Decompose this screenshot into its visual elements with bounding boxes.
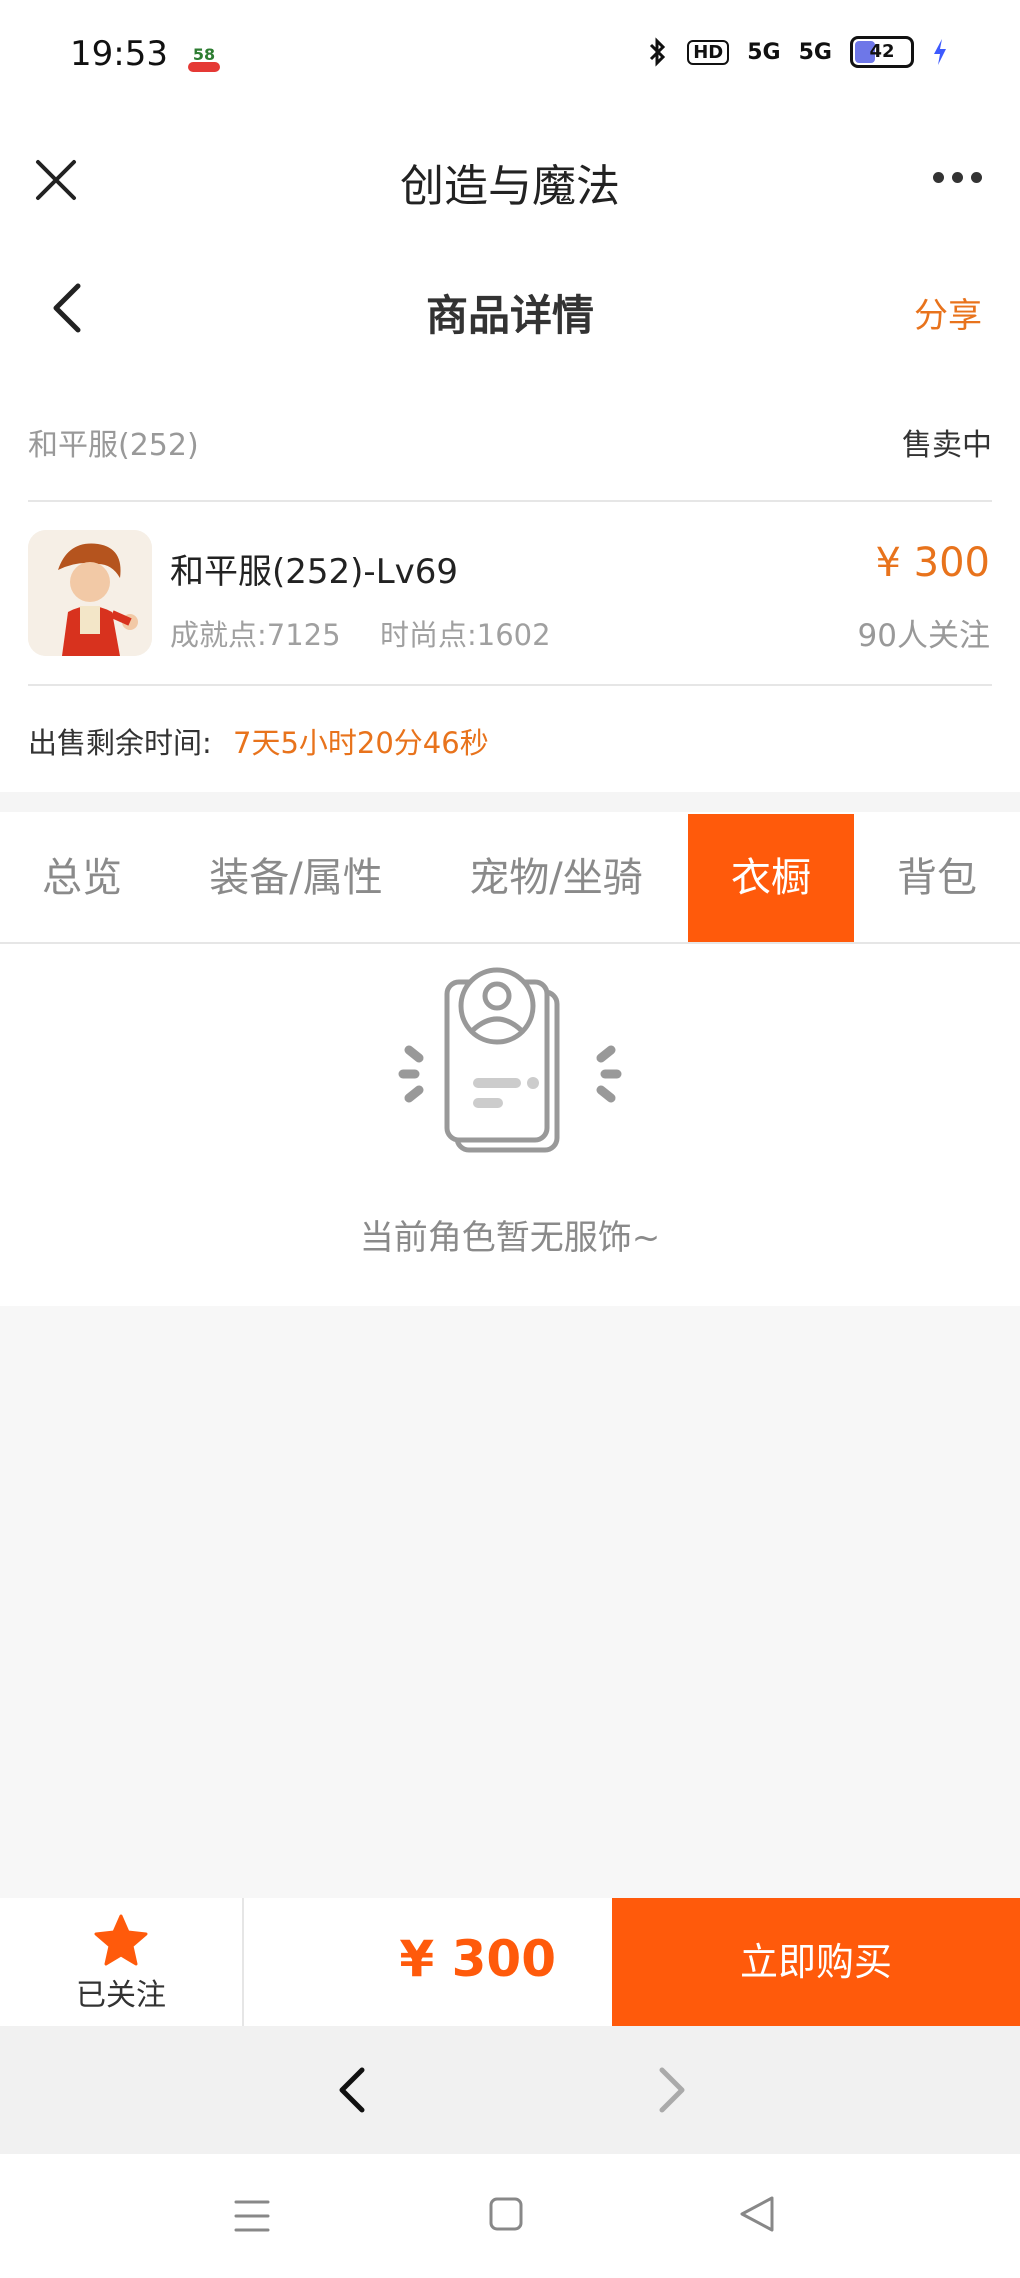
content-background [0,1306,1020,1898]
app-badge-icon: 58 [188,45,220,72]
divider [28,500,992,502]
timer-value: 7天5小时20分46秒 [233,726,489,760]
menu-icon[interactable] [232,2196,272,2236]
app-badge-text: 58 [193,45,215,64]
battery-level: 42 [869,41,895,62]
empty-wardrobe-icon [398,967,622,1153]
product-price: ¥ 300 [875,540,990,586]
back-triangle-icon[interactable] [738,2194,776,2234]
signal-5g-icon-2: 5G [798,39,832,65]
tab-pets[interactable]: 宠物/坐骑 [452,814,660,942]
signal-5g-icon: 5G [747,39,781,65]
divider [28,684,992,686]
follow-label[interactable]: 已关注 [0,1970,242,2014]
fashion-points: 时尚点:1602 [380,618,551,652]
empty-state-text: 当前角色暂无服饰~ [359,1218,661,1258]
chevron-right-icon[interactable] [652,2064,692,2116]
browser-nav-bar [0,2026,1020,2154]
follower-count: 90人关注 [857,618,990,654]
tab-backpack[interactable]: 背包 [874,814,1000,942]
status-time: 19:53 [70,34,168,74]
achievement-points: 成就点:7125 [170,618,341,652]
tab-overview[interactable]: 总览 [16,814,148,942]
section-gap [0,792,1020,812]
bottom-price: ¥ 300 [399,1930,556,1988]
character-avatar [28,530,152,656]
buy-now-button[interactable]: 立即购买 [612,1898,1020,2026]
product-name: 和平服(252)-Lv69 [170,552,459,592]
page-title: 商品详情 [425,291,594,340]
more-icon[interactable] [933,172,982,183]
timer-label: 出售剩余时间: [28,726,212,760]
star-icon[interactable] [92,1912,150,1970]
charging-icon [934,39,946,65]
system-icons: HD 5G 5G 42 [647,36,948,68]
bluetooth-icon [650,37,666,67]
battery-icon: 42 [850,36,914,68]
tab-bar: 总览 装备/属性 宠物/坐骑 衣橱 背包 [0,814,1020,944]
share-button[interactable]: 分享 [914,288,982,337]
tab-equipment[interactable]: 装备/属性 [190,814,402,942]
hd-icon: HD [687,39,730,65]
status-badge: 售卖中 [902,428,992,463]
server-label: 和平服(252) [28,428,199,463]
home-icon[interactable] [488,2196,524,2232]
app-title: 创造与魔法 [400,161,620,212]
tab-wardrobe[interactable]: 衣橱 [688,814,854,942]
chevron-left-icon[interactable] [332,2064,372,2116]
